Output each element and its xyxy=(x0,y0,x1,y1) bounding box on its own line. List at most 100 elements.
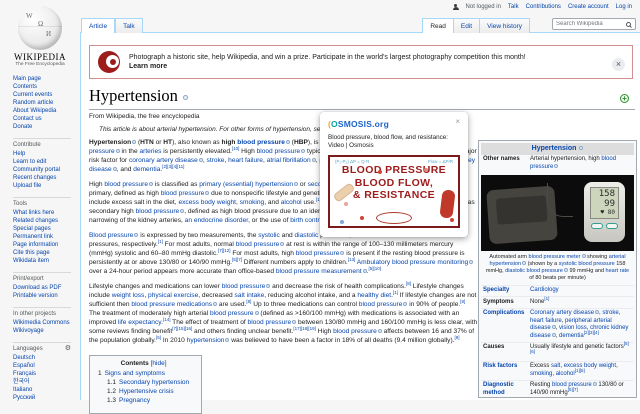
wiki-loves-monuments-logo-icon xyxy=(98,51,120,73)
infobox-value: Arterial hypertension, high blood pressu… xyxy=(530,156,617,170)
infobox-label[interactable]: Diagnostic method xyxy=(483,382,530,397)
nav-talk[interactable]: Talk xyxy=(508,4,519,10)
gear-icon[interactable]: ⚙ xyxy=(65,345,71,352)
wikipedia-wordmark[interactable]: WIKIPEDIA xyxy=(0,52,80,62)
sidebar-item-random-article[interactable]: Random article xyxy=(13,99,80,107)
blood-cells-illustration xyxy=(360,216,364,220)
osmosis-term-icon[interactable] xyxy=(554,163,559,168)
infobox-row-diagnostic-method: Diagnostic method Resting blood pressure… xyxy=(481,379,634,398)
wikipedia-globe-logo[interactable]: W Ω И xyxy=(18,6,62,50)
sidebar-section-print: Print/export xyxy=(13,272,71,282)
sidebar-item-page-information[interactable]: Page information xyxy=(13,241,80,249)
sidebar-lang-korean[interactable]: 한국어 xyxy=(13,378,80,386)
infobox-label: Causes xyxy=(483,344,505,350)
sidebar-section-projects: In other projects xyxy=(13,307,71,317)
sidebar-item-recent-changes[interactable]: Recent changes xyxy=(13,174,80,182)
tab-article[interactable]: Article xyxy=(81,18,116,33)
account-status: Not logged in xyxy=(465,4,501,10)
campaign-banner[interactable]: Photograph a historic site, help Wikiped… xyxy=(89,45,633,79)
sidebar: W Ω И WIKIPEDIA The Free Encyclopedia Ma… xyxy=(0,0,80,402)
sidebar-item-cite-this-page[interactable]: Cite this page xyxy=(13,249,80,257)
sidebar-lang-italiano[interactable]: Italiano xyxy=(13,386,80,394)
tab-edit[interactable]: Edit xyxy=(453,18,481,33)
osmosis-popup: (OSMOSIS.org × Blood pressure, blood flo… xyxy=(320,112,468,237)
sidebar-item-wikidata-item[interactable]: Wikidata item xyxy=(13,257,80,265)
popup-video-title[interactable]: Blood pressure, blood flow, and resistan… xyxy=(328,134,460,150)
sidebar-item-wikivoyage[interactable]: Wikivoyage xyxy=(13,327,80,335)
sidebar-item-donate[interactable]: Donate xyxy=(13,123,80,131)
sidebar-section-contribute: Contribute xyxy=(13,138,71,148)
infobox-label: Symptoms xyxy=(483,298,514,305)
search-box[interactable] xyxy=(552,18,636,30)
globe-glyph: И xyxy=(46,30,52,38)
toc-item-hypertensive-crisis[interactable]: 1.2 Hypertensive crisis xyxy=(107,387,189,396)
tab-view-history[interactable]: View history xyxy=(480,18,530,33)
banner-learn-more-link[interactable]: Learn more xyxy=(129,62,526,72)
infobox-label[interactable]: Risk factors xyxy=(483,363,530,378)
sidebar-item-community-portal[interactable]: Community portal xyxy=(13,166,80,174)
search-input[interactable] xyxy=(556,21,626,27)
sidebar-lang-deutsch[interactable]: Deutsch xyxy=(13,354,80,362)
sidebar-item-download-pdf[interactable]: Download as PDF xyxy=(13,284,80,292)
search-icon[interactable] xyxy=(626,21,631,27)
blood-pressure-monitor-photo[interactable]: 158 99 ♥ 80 xyxy=(481,174,634,251)
infobox-label[interactable]: Complications xyxy=(483,310,530,340)
osmosis-term-icon[interactable] xyxy=(469,260,474,265)
paragraph-4: Lifestyle changes and medications can lo… xyxy=(89,280,478,344)
infobox-row-specialty: Specialty Cardiology xyxy=(481,284,634,297)
infobox-label[interactable]: Specialty xyxy=(483,287,530,295)
sidebar-item-about-wikipedia[interactable]: About Wikipedia xyxy=(13,107,80,115)
sidebar-item-special-pages[interactable]: Special pages xyxy=(13,225,80,233)
osmosis-term-icon[interactable] xyxy=(579,146,584,151)
sidebar-item-learn-to-edit[interactable]: Learn to edit xyxy=(13,158,80,166)
cuff-tube xyxy=(547,182,573,217)
tab-read[interactable]: Read xyxy=(422,18,454,33)
sidebar-item-wikimedia-commons[interactable]: Wikimedia Commons xyxy=(13,319,80,327)
sidebar-item-printable-version[interactable]: Printable version xyxy=(13,292,80,300)
infobox-value: Excess salt, excess body weight, smoking… xyxy=(530,363,618,377)
sidebar-lang-francais[interactable]: Français xyxy=(13,370,80,378)
toc-item-secondary-hypertension[interactable]: 1.1 Secondary hypertension xyxy=(107,378,189,387)
infobox-row-other-names: Other names Arterial hypertension, high … xyxy=(481,155,634,173)
infobox-value: Usually lifestyle and genetic factors[5]… xyxy=(530,341,629,354)
diastolic-reading: 99 xyxy=(604,198,615,209)
video-thumbnail[interactable]: (P₁-P₂) ΔP = Q·R Flow = ΔP/R BLOOD PRESSU… xyxy=(328,155,460,228)
banner-close-button[interactable]: × xyxy=(612,58,625,71)
banner-message: Photograph a historic site, help Wikiped… xyxy=(129,53,526,61)
sidebar-item-related-changes[interactable]: Related changes xyxy=(13,217,80,225)
green-plus-icon[interactable]: + xyxy=(620,94,629,103)
osmosis-logo[interactable]: (OSMOSIS.org xyxy=(328,119,460,129)
sidebar-main-list: Main page Contents Current events Random… xyxy=(0,75,80,131)
infobox: Hypertension Other names Arterial hypert… xyxy=(478,140,637,398)
infobox-label: Other names xyxy=(483,156,520,162)
infobox-row-complications: Complications Coronary artery disease, s… xyxy=(481,307,634,342)
sidebar-section-languages: Languages ⚙ xyxy=(13,342,71,352)
sidebar-item-current-events[interactable]: Current events xyxy=(13,91,80,99)
infobox-row-causes: Causes Usually lifestyle and genetic fac… xyxy=(481,341,634,361)
table-of-contents: Contents [hide] 1 Signs and symptoms 1.1 S… xyxy=(89,355,203,414)
globe-glyph: Ω xyxy=(38,20,44,28)
sidebar-item-contact-us[interactable]: Contact us xyxy=(13,115,80,123)
popup-close-icon[interactable]: × xyxy=(455,117,460,126)
nav-log-in[interactable]: Log in xyxy=(616,4,632,10)
toc-item-signs[interactable]: 1 Signs and symptoms xyxy=(98,369,189,378)
infobox-value: Cardiology xyxy=(530,287,559,293)
thumbnail-title-line: BLOOD PRESSURE xyxy=(341,164,447,176)
infobox-row-risk-factors: Risk factors Excess salt, excess body we… xyxy=(481,360,634,380)
nav-create-account[interactable]: Create account xyxy=(568,4,609,10)
nav-contributions[interactable]: Contributions xyxy=(526,4,561,10)
sidebar-item-upload-file[interactable]: Upload file xyxy=(13,182,80,190)
toc-item-pregnancy[interactable]: 1.3 Pregnancy xyxy=(107,396,189,405)
sidebar-item-main-page[interactable]: Main page xyxy=(13,75,80,83)
sidebar-lang-russian[interactable]: Русский xyxy=(13,394,80,402)
sidebar-item-what-links-here[interactable]: What links here xyxy=(13,209,80,217)
globe-glyph: W xyxy=(26,12,33,20)
digital-monitor: 158 99 ♥ 80 xyxy=(584,181,625,242)
sidebar-item-permanent-link[interactable]: Permanent link xyxy=(13,233,80,241)
sidebar-item-contents[interactable]: Contents xyxy=(13,83,80,91)
tab-talk[interactable]: Talk xyxy=(115,18,143,33)
sidebar-lang-espanol[interactable]: Español xyxy=(13,362,80,370)
toc-hide-toggle[interactable]: [hide] xyxy=(151,360,167,367)
sidebar-item-help[interactable]: Help xyxy=(13,150,80,158)
osmosis-term-icon[interactable] xyxy=(183,94,189,100)
